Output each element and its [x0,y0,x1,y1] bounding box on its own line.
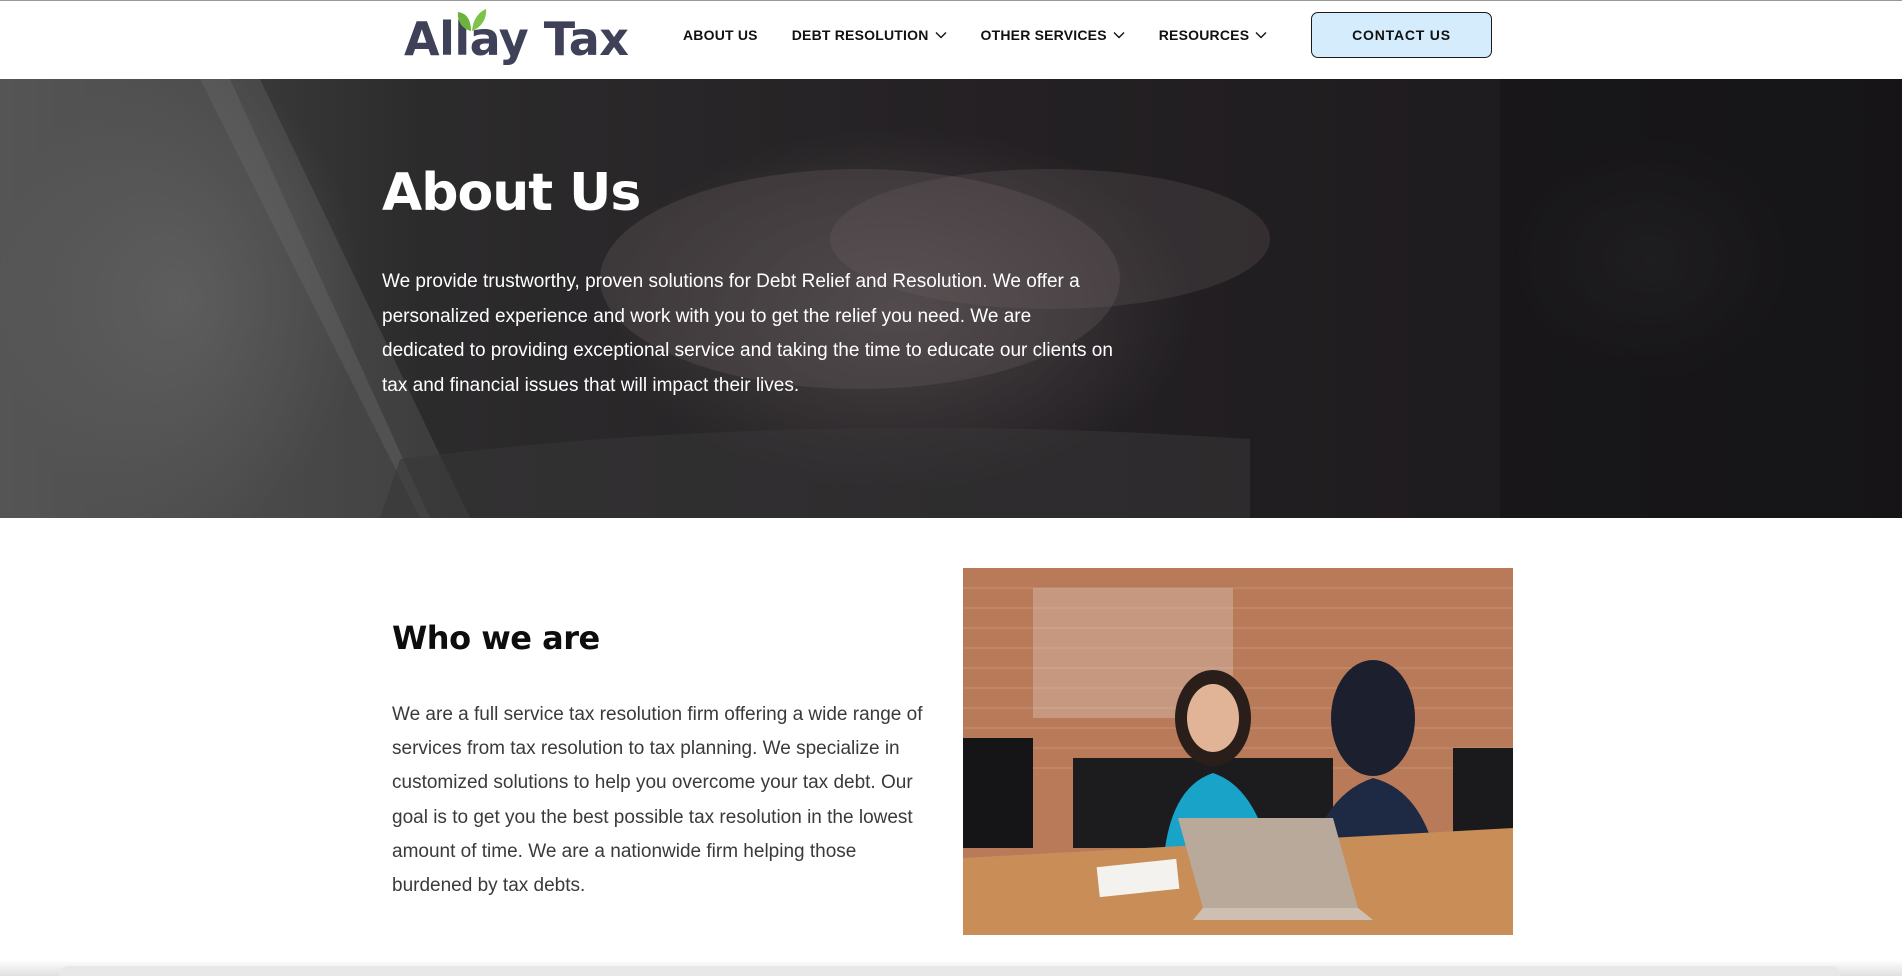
bottom-panel-edge [60,966,1840,976]
main-nav: ABOUT US DEBT RESOLUTION OTHER SERVICES … [683,1,1301,69]
contact-us-button[interactable]: CONTACT US [1311,12,1492,58]
page-title: About Us [382,163,641,223]
chevron-down-icon [1113,32,1125,39]
site-header: Allay Tax ABOUT US DEBT RESOLUTION OTHER… [0,0,1902,79]
nav-other-services-label: OTHER SERVICES [980,27,1107,43]
nav-about-us-label: ABOUT US [683,27,758,43]
chevron-down-icon [1255,32,1267,39]
logo-text: Allay Tax [404,12,629,66]
who-we-are-text: We are a full service tax resolution fir… [392,704,923,897]
nav-resources[interactable]: RESOURCES [1159,27,1267,43]
leaf-icon [457,9,487,31]
who-we-are-heading: Who we are [392,619,600,657]
nav-other-services[interactable]: OTHER SERVICES [981,27,1125,43]
nav-debt-resolution[interactable]: DEBT RESOLUTION [792,27,947,43]
logo[interactable]: Allay Tax [404,9,629,69]
chevron-down-icon [935,32,946,39]
hero-description: We provide trustworthy, proven solutions… [382,271,1113,396]
office-meeting-image [963,568,1513,935]
hero-banner: About Us We provide trustworthy, proven … [0,79,1902,518]
nav-resources-label: RESOURCES [1158,27,1250,43]
nav-about-us[interactable]: ABOUT US [683,27,758,43]
office-meeting-photo [963,568,1513,935]
nav-debt-resolution-label: DEBT RESOLUTION [791,27,929,43]
